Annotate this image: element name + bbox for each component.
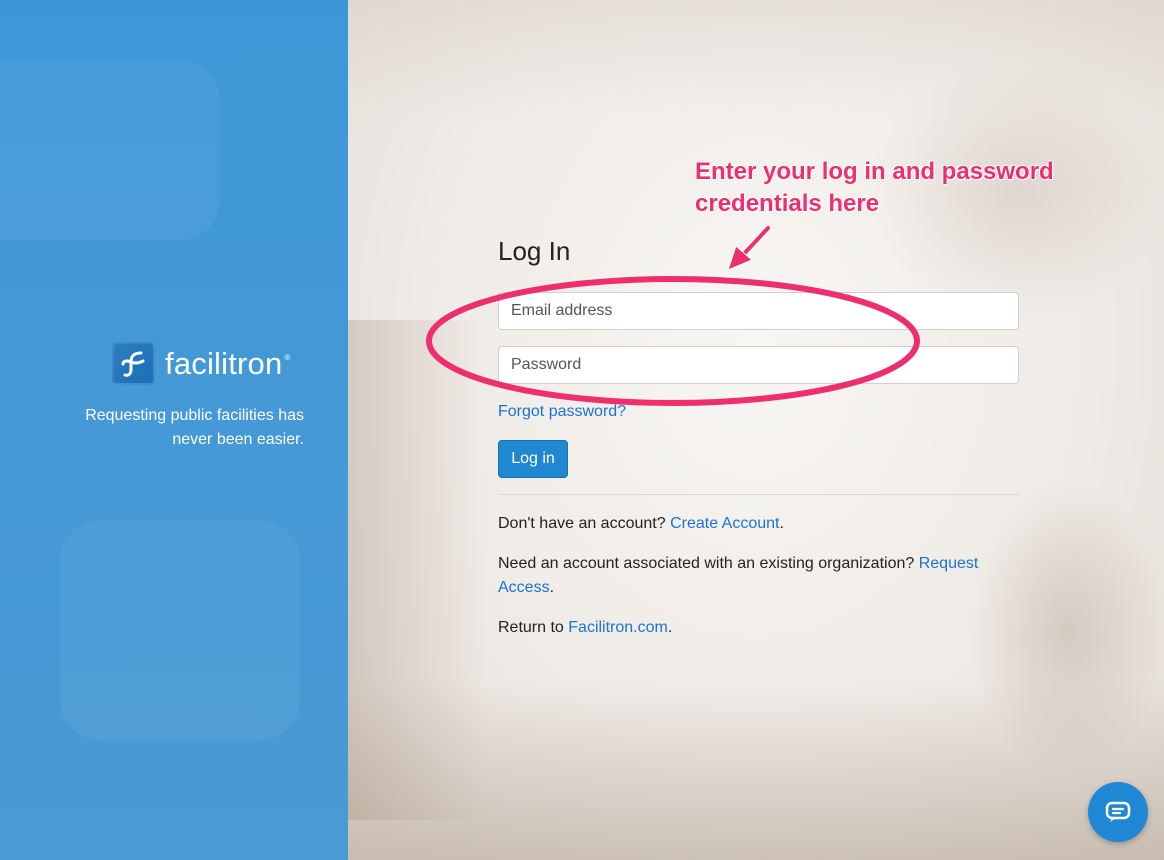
facilitron-home-link[interactable]: Facilitron.com (568, 619, 668, 636)
create-account-link[interactable]: Create Account (670, 515, 779, 532)
background-photo (348, 0, 1164, 860)
brand-tagline: Requesting public facilities has never b… (85, 407, 304, 448)
chat-bubble-icon (1105, 801, 1131, 822)
chat-button[interactable] (1088, 782, 1148, 842)
return-row: Return to Facilitron.com. (498, 619, 673, 636)
brand-name: facilitron ® (165, 345, 291, 381)
forgot-password-link[interactable]: Forgot password? (498, 403, 626, 421)
background-blur-shape (60, 520, 300, 740)
create-account-row: Don't have an account? Create Account. (498, 515, 784, 532)
page-title: Log In (498, 236, 571, 266)
facilitron-logo-icon (112, 342, 155, 385)
registered-mark: ® (284, 352, 291, 362)
annotation-text: Enter your log in and password credentia… (695, 158, 1054, 217)
login-button[interactable]: Log in (498, 440, 568, 478)
background-blur-shape (0, 60, 220, 240)
left-brand-panel: facilitron ® Requesting public facilities… (0, 0, 348, 860)
password-field[interactable] (498, 346, 1019, 384)
brand: facilitron ® (112, 342, 291, 385)
request-access-row: Need an account associated with an exist… (498, 555, 979, 596)
email-field[interactable] (498, 292, 1019, 330)
divider (498, 494, 1019, 495)
